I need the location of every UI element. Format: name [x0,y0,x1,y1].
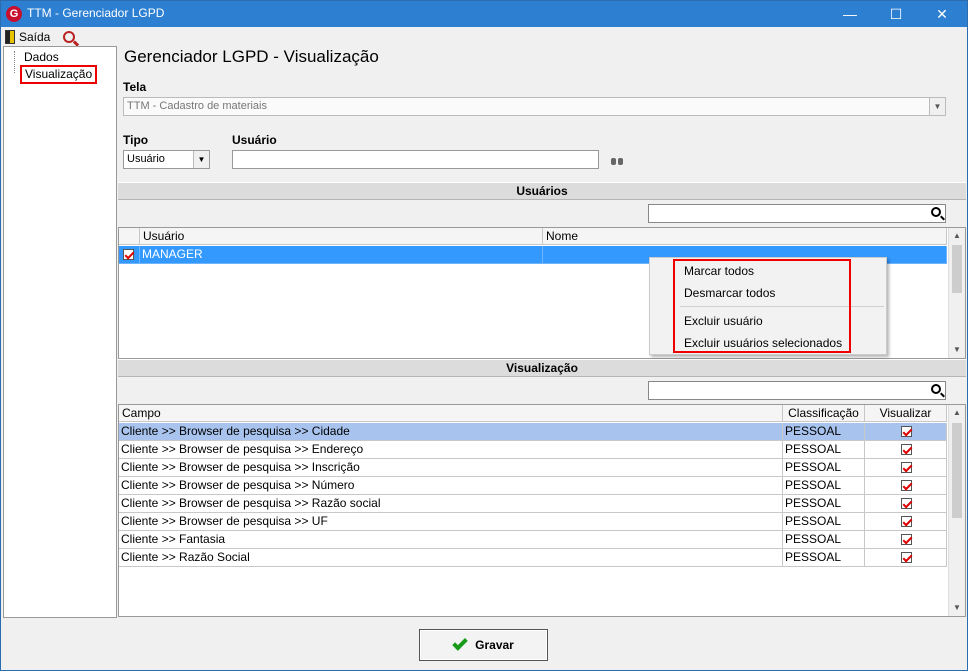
row-checkbox-cell[interactable] [119,246,140,264]
binoculars-icon[interactable] [611,156,623,166]
maximize-button[interactable]: ☐ [873,1,919,27]
column-header-campo[interactable]: Campo [119,405,783,422]
close-button[interactable]: ✕ [919,1,965,27]
visualization-section-header: Visualização [118,359,966,377]
table-row[interactable]: Cliente >> Browser de pesquisa >> UF PES… [119,513,947,531]
tipo-label: Tipo [123,133,149,147]
cell-visualizar[interactable] [865,423,947,441]
tree-item-visualizacao[interactable]: Visualização [20,65,98,84]
cell-campo: Cliente >> Browser de pesquisa >> Inscri… [119,459,783,477]
visualizar-checkbox[interactable] [901,516,912,528]
cell-campo: Cliente >> Fantasia [119,531,783,549]
visualizar-checkbox[interactable] [901,462,912,474]
scroll-up-icon[interactable]: ▲ [949,228,965,244]
page-title: Gerenciador LGPD - Visualização [124,47,379,66]
users-grid-scrollbar[interactable]: ▲ ▼ [948,228,965,358]
cell-classificacao: PESSOAL [783,495,865,513]
title-bar: G TTM - Gerenciador LGPD — ☐ ✕ [1,1,967,27]
cell-visualizar[interactable] [865,531,947,549]
scroll-thumb[interactable] [952,423,962,518]
tela-value: TTM - Cadastro de materiais [127,100,267,112]
visualizar-checkbox[interactable] [901,534,912,546]
chevron-down-icon: ▼ [929,98,945,115]
row-checkbox[interactable] [123,249,134,261]
cell-classificacao: PESSOAL [783,423,865,441]
visualizar-checkbox[interactable] [901,426,912,438]
column-header-classificacao[interactable]: Classificação [783,405,865,422]
cell-campo: Cliente >> Browser de pesquisa >> Cidade [119,423,783,441]
tree-item-dados[interactable]: Dados [24,50,59,65]
scroll-down-icon[interactable]: ▼ [949,600,965,616]
cell-campo: Cliente >> Browser de pesquisa >> UF [119,513,783,531]
cell-campo: Cliente >> Browser de pesquisa >> Número [119,477,783,495]
tela-label: Tela [123,80,147,94]
chevron-down-icon: ▼ [193,151,209,168]
save-button[interactable]: Gravar [419,629,548,661]
cell-classificacao: PESSOAL [783,531,865,549]
visualization-grid-scrollbar[interactable]: ▲ ▼ [948,405,965,616]
table-row[interactable]: Cliente >> Razão Social PESSOAL [119,549,947,567]
column-header-usuario[interactable]: Usuário [140,228,543,245]
cell-visualizar[interactable] [865,459,947,477]
cell-classificacao: PESSOAL [783,513,865,531]
cell-campo: Cliente >> Razão Social [119,549,783,567]
navigation-tree: Dados Visualização [3,46,117,618]
exit-label: Saída [19,29,51,44]
cell-visualizar[interactable] [865,495,947,513]
check-icon [452,635,468,651]
cell-visualizar[interactable] [865,513,947,531]
table-row[interactable]: Cliente >> Fantasia PESSOAL [119,531,947,549]
scroll-down-icon[interactable]: ▼ [949,342,965,358]
context-menu-highlight [673,259,851,353]
visualizar-checkbox[interactable] [901,552,912,564]
exit-button[interactable]: Saída [5,28,50,45]
search-icon [63,30,75,43]
column-header-visualizar[interactable]: Visualizar [865,405,947,422]
visualizar-checkbox[interactable] [901,480,912,492]
cell-classificacao: PESSOAL [783,441,865,459]
save-label: Gravar [475,638,514,652]
users-search-input[interactable] [648,204,946,223]
table-row[interactable]: Cliente >> Browser de pesquisa >> Endere… [119,441,947,459]
usuario-label: Usuário [232,133,277,147]
users-grid-check-header [119,228,140,245]
scroll-thumb[interactable] [952,245,962,293]
cell-usuario: MANAGER [140,246,543,264]
cell-visualizar[interactable] [865,441,947,459]
search-icon[interactable] [931,207,941,217]
table-row[interactable]: Cliente >> Browser de pesquisa >> Cidade… [119,423,947,441]
table-row[interactable]: Cliente >> Browser de pesquisa >> Inscri… [119,459,947,477]
exit-door-icon [5,29,15,44]
visualization-grid: Campo Classificação Visualizar Cliente >… [118,404,966,617]
scroll-up-icon[interactable]: ▲ [949,405,965,421]
cell-campo: Cliente >> Browser de pesquisa >> Endere… [119,441,783,459]
tipo-value: Usuário [127,153,165,165]
cell-campo: Cliente >> Browser de pesquisa >> Razão … [119,495,783,513]
table-row[interactable]: Cliente >> Browser de pesquisa >> Número… [119,477,947,495]
tree-connector [14,51,15,73]
app-logo-icon: G [6,6,22,22]
visualizar-checkbox[interactable] [901,444,912,456]
table-row[interactable]: Cliente >> Browser de pesquisa >> Razão … [119,495,947,513]
column-header-nome[interactable]: Nome [543,228,947,245]
visualization-search-input[interactable] [648,381,946,400]
cell-classificacao: PESSOAL [783,459,865,477]
cell-classificacao: PESSOAL [783,549,865,567]
tela-select[interactable]: TTM - Cadastro de materiais ▼ [123,97,946,116]
users-section-header: Usuários [118,182,966,200]
search-icon[interactable] [931,384,941,394]
search-button[interactable] [63,28,75,45]
cell-classificacao: PESSOAL [783,477,865,495]
cell-visualizar[interactable] [865,477,947,495]
usuario-input[interactable] [232,150,599,169]
main-window: G TTM - Gerenciador LGPD — ☐ ✕ Saída Dad… [0,0,968,671]
window-title: TTM - Gerenciador LGPD [27,6,165,20]
cell-visualizar[interactable] [865,549,947,567]
visualizar-checkbox[interactable] [901,498,912,510]
minimize-button[interactable]: — [827,1,873,27]
toolbar: Saída [1,27,967,46]
tipo-select[interactable]: Usuário ▼ [123,150,210,169]
